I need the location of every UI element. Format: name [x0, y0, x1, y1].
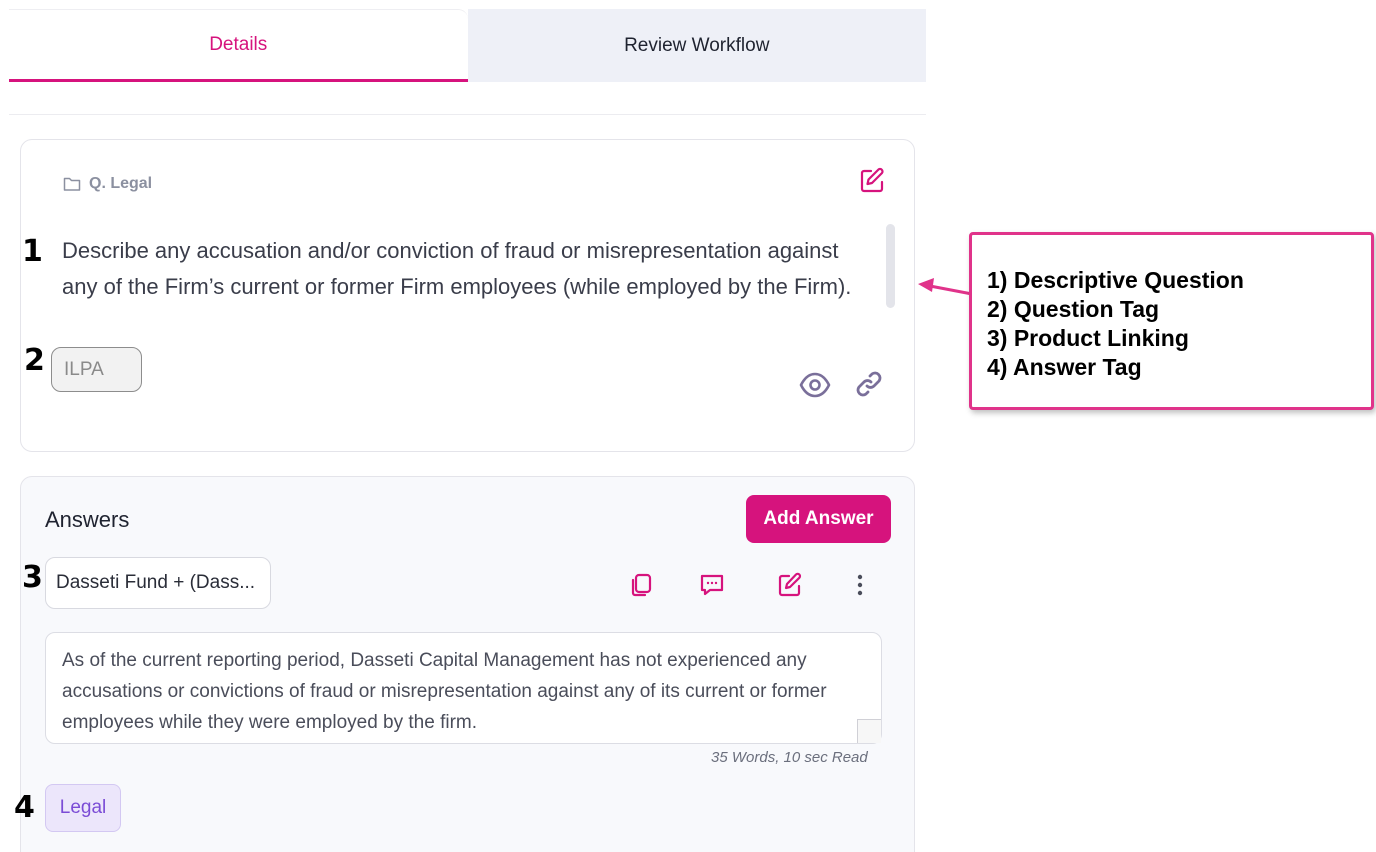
answers-card: Answers Add Answer Dasseti Fund + (Dass.…	[20, 476, 915, 852]
callout-arrow	[918, 278, 973, 296]
more-vertical-icon[interactable]	[847, 572, 873, 598]
edit-icon[interactable]	[858, 167, 886, 195]
marker-4: 4	[14, 790, 35, 825]
link-icon[interactable]	[854, 369, 884, 399]
product-link-chip[interactable]: Dasseti Fund + (Dass...	[45, 557, 271, 609]
question-folder: Q. Legal	[63, 175, 152, 193]
answers-title: Answers	[45, 507, 130, 532]
question-tag[interactable]: ILPA	[51, 347, 142, 392]
folder-icon	[63, 177, 81, 191]
marker-3: 3	[22, 560, 43, 595]
marker-1: 1	[22, 234, 43, 269]
marker-2: 2	[24, 343, 45, 378]
copy-icon[interactable]	[629, 572, 655, 598]
answer-textarea[interactable]: As of the current reporting period, Dass…	[45, 632, 882, 744]
folder-label: Q. Legal	[89, 175, 153, 192]
callout-line-2: 2) Question Tag	[987, 296, 1160, 322]
question-card: Q. Legal Describe any accusation and/or …	[20, 139, 915, 452]
edit-answer-icon[interactable]	[777, 572, 803, 598]
scrollbar[interactable]	[886, 224, 895, 308]
answer-text: As of the current reporting period, Dass…	[62, 650, 827, 733]
callout-line-3: 3) Product Linking	[987, 325, 1189, 351]
tab-review-workflow[interactable]: Review Workflow	[467, 9, 926, 82]
question-text: Describe any accusation and/or convictio…	[62, 238, 852, 299]
comment-icon[interactable]	[699, 572, 725, 598]
add-answer-button[interactable]: Add Answer	[746, 495, 891, 543]
annotation-callout: 1) Descriptive Question 2) Question Tag …	[969, 232, 1374, 410]
word-count: 35 Words, 10 sec Read	[711, 749, 868, 766]
callout-line-1: 1) Descriptive Question	[987, 267, 1244, 293]
answer-tag[interactable]: Legal	[45, 784, 121, 832]
resize-handle[interactable]	[857, 719, 881, 743]
eye-icon[interactable]	[799, 369, 831, 401]
tab-bar: Details Review Workflow	[9, 9, 926, 82]
divider	[9, 114, 926, 115]
tab-details[interactable]: Details	[9, 9, 468, 82]
callout-line-4: 4) Answer Tag	[987, 354, 1142, 380]
